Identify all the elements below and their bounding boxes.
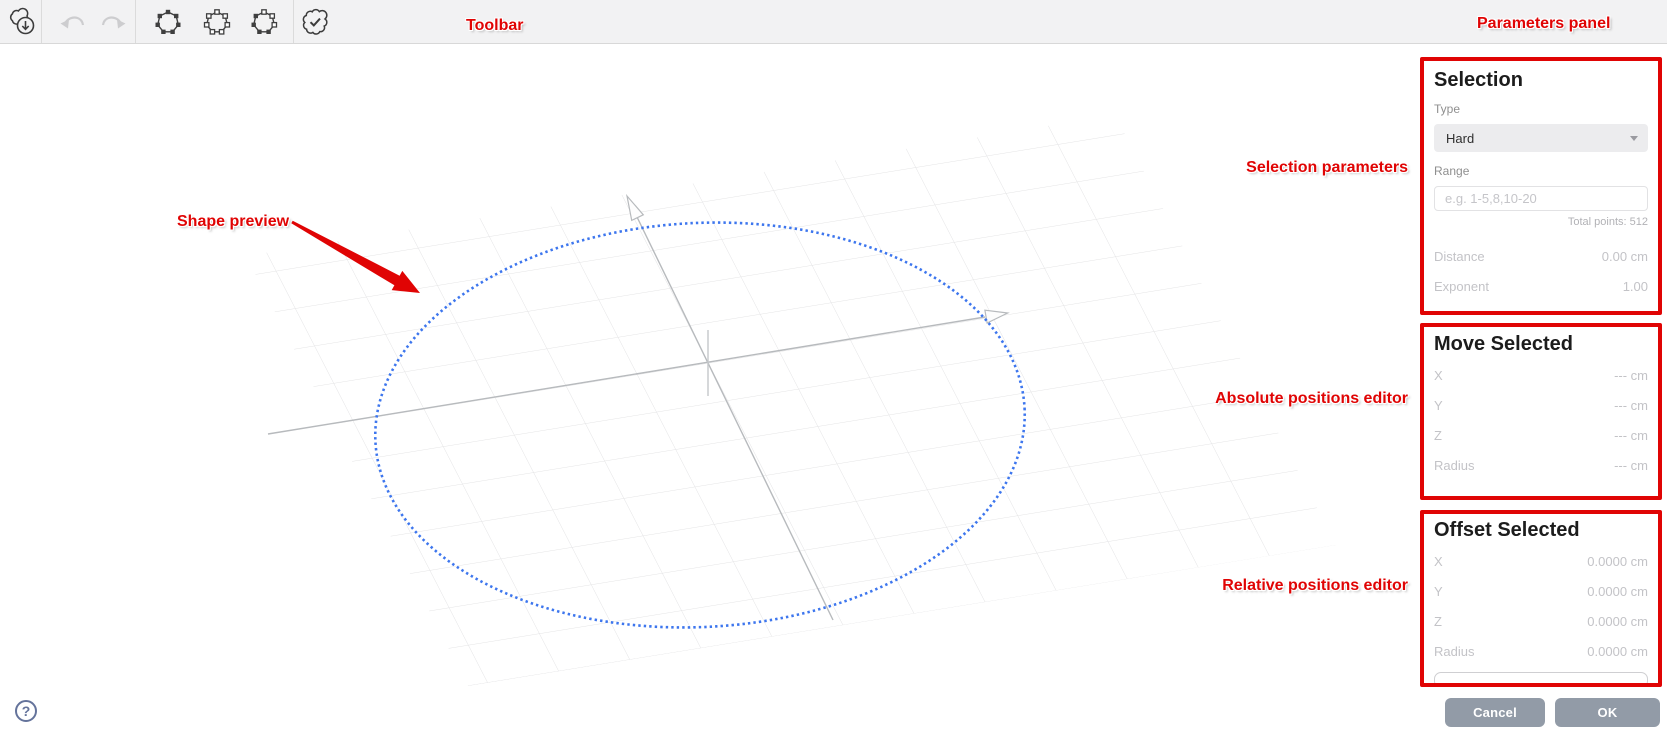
move-x-label: X bbox=[1434, 368, 1443, 383]
offset-z-label: Z bbox=[1434, 614, 1442, 629]
range-input[interactable] bbox=[1434, 186, 1648, 211]
move-radius-value: --- cm bbox=[1614, 458, 1648, 473]
offset-radius-row: Radius 0.0000 cm bbox=[1434, 645, 1648, 658]
point-editor-window: Selection Type Hard Range Total points: … bbox=[0, 0, 1667, 742]
select-all-points-button[interactable] bbox=[146, 0, 190, 43]
total-points-text: Total points: 512 bbox=[1567, 216, 1648, 228]
toolbar-divider bbox=[135, 0, 136, 43]
move-x-row: X --- cm bbox=[1434, 369, 1648, 382]
exponent-row: Exponent 1.00 bbox=[1434, 280, 1648, 293]
move-selected-section: Move Selected X --- cm Y --- cm Z --- cm… bbox=[1420, 323, 1662, 500]
move-x-value: --- cm bbox=[1614, 368, 1648, 383]
offset-x-label: X bbox=[1434, 554, 1443, 569]
viewport-3d[interactable] bbox=[0, 44, 1667, 742]
distance-row: Distance 0.00 cm bbox=[1434, 250, 1648, 263]
selection-section: Selection Type Hard Range Total points: … bbox=[1420, 57, 1662, 315]
export-points-button[interactable] bbox=[0, 0, 44, 43]
offset-radius-value: 0.0000 cm bbox=[1587, 644, 1648, 659]
offset-y-row: Y 0.0000 cm bbox=[1434, 585, 1648, 598]
offset-y-value: 0.0000 cm bbox=[1587, 584, 1648, 599]
undo-icon bbox=[60, 15, 85, 28]
exponent-value: 1.00 bbox=[1622, 279, 1648, 294]
exponent-label: Exponent bbox=[1434, 279, 1489, 294]
distance-label: Distance bbox=[1434, 249, 1485, 264]
ground-grid bbox=[246, 115, 1336, 686]
question-mark-icon: ? bbox=[21, 703, 31, 719]
apply-selection-button[interactable] bbox=[293, 0, 337, 43]
help-button[interactable]: ? bbox=[15, 700, 37, 722]
selection-type-value: Hard bbox=[1446, 130, 1475, 146]
move-z-label: Z bbox=[1434, 428, 1442, 443]
cancel-button[interactable]: Cancel bbox=[1445, 698, 1545, 727]
offset-z-row: Z 0.0000 cm bbox=[1434, 615, 1648, 628]
deselect-all-points-button[interactable] bbox=[195, 0, 239, 43]
selection-type-select[interactable]: Hard bbox=[1434, 124, 1648, 152]
viewport-canvas bbox=[246, 115, 1336, 686]
move-y-label: Y bbox=[1434, 398, 1443, 413]
distance-value: 0.00 cm bbox=[1601, 249, 1648, 264]
clipped-next-control bbox=[1434, 672, 1648, 683]
move-radius-label: Radius bbox=[1434, 458, 1475, 473]
offset-radius-label: Radius bbox=[1434, 644, 1475, 659]
deselect-all-points-icon bbox=[203, 8, 231, 35]
undo-button bbox=[51, 0, 95, 43]
toolbar bbox=[0, 0, 1667, 44]
invert-selection-button[interactable] bbox=[242, 0, 286, 43]
apply-selection-icon bbox=[302, 8, 328, 35]
move-radius-row: Radius --- cm bbox=[1434, 459, 1648, 472]
move-y-value: --- cm bbox=[1614, 398, 1648, 413]
offset-selected-section: Offset Selected X 0.0000 cm Y 0.0000 cm … bbox=[1420, 510, 1662, 687]
chevron-down-icon bbox=[1630, 135, 1638, 141]
offset-selected-title: Offset Selected bbox=[1434, 519, 1580, 541]
ok-button[interactable]: OK bbox=[1555, 698, 1660, 727]
range-label: Range bbox=[1434, 164, 1470, 178]
offset-z-value: 0.0000 cm bbox=[1587, 614, 1648, 629]
offset-x-value: 0.0000 cm bbox=[1587, 554, 1648, 569]
toolbar-divider bbox=[41, 0, 42, 43]
offset-x-row: X 0.0000 cm bbox=[1434, 555, 1648, 568]
move-z-row: Z --- cm bbox=[1434, 429, 1648, 442]
export-points-icon bbox=[9, 7, 35, 34]
invert-selection-icon bbox=[251, 8, 278, 34]
move-y-row: Y --- cm bbox=[1434, 399, 1648, 412]
selection-title: Selection bbox=[1434, 69, 1523, 91]
offset-y-label: Y bbox=[1434, 584, 1443, 599]
redo-button bbox=[91, 0, 135, 43]
redo-icon bbox=[101, 15, 126, 28]
select-all-points-icon bbox=[155, 9, 181, 34]
type-label: Type bbox=[1434, 102, 1461, 116]
move-selected-title: Move Selected bbox=[1434, 333, 1573, 355]
move-z-value: --- cm bbox=[1614, 428, 1648, 443]
